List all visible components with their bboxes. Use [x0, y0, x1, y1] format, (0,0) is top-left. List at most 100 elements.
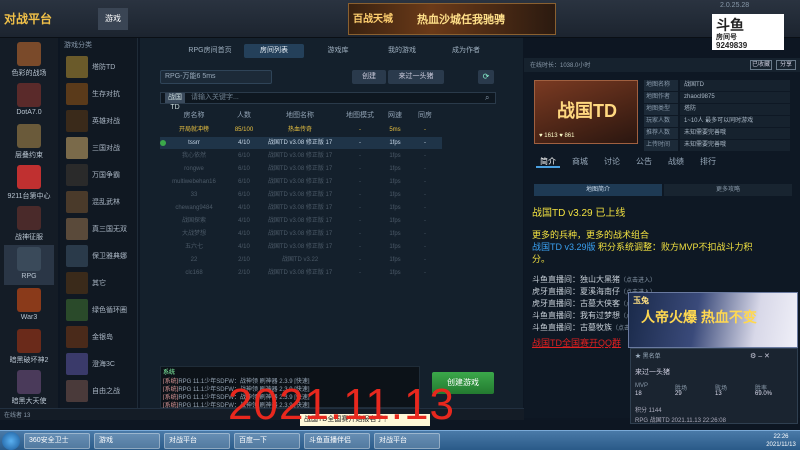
cell-map: 战国TD v3.08 修正版 17 [267, 205, 333, 211]
share-button[interactable]: 分享 [776, 60, 796, 70]
table-row[interactable]: chewang9484 4/10 战国TD v3.08 修正版 17 - 1fps - [160, 202, 442, 214]
game-item[interactable]: 层叠约束 [4, 122, 54, 162]
join-room-button[interactable]: 来过一头猪 [388, 70, 444, 84]
subtab-more-guides[interactable]: 更多攻略 [664, 184, 792, 196]
tab-intro[interactable]: 简介 [536, 156, 560, 168]
tab-game-library[interactable]: 游戏库 [308, 44, 368, 58]
cell-mode: - [359, 127, 361, 133]
table-row[interactable]: 五六七 4/10 战国TD v3.08 修正版 17 - 1fps - [160, 241, 442, 253]
search-bar[interactable]: 战国TD 请输入关键字... ⌕ [160, 92, 496, 111]
favorite-button[interactable]: 已收藏 [750, 60, 772, 70]
game-item[interactable]: 暗黑大天使 [4, 368, 54, 408]
game-item[interactable]: RPG [4, 245, 54, 285]
create-room-button[interactable]: 创建 [352, 70, 386, 84]
column-header[interactable]: 房名称 [160, 110, 228, 120]
cell-name: chewang9484 [175, 205, 213, 211]
subtab-map-intro[interactable]: 地图简介 [534, 184, 662, 196]
table-row[interactable]: 战国探索 4/10 战国TD v3.08 修正版 17 - 1fps - [160, 215, 442, 227]
cell-name: multiwebehan16 [172, 179, 216, 185]
category-item[interactable]: 塔防TD [64, 54, 136, 80]
info-row: 地图名称 战国TD [644, 80, 794, 92]
tab-notice[interactable]: 公告 [632, 156, 656, 168]
cell-players: 2/10 [238, 257, 250, 263]
category-item[interactable]: 真三国无双 [64, 216, 136, 242]
category-label: 真三国无双 [92, 226, 127, 233]
column-header[interactable]: 人数 [230, 110, 258, 120]
tab-shop[interactable]: 商城 [568, 156, 592, 168]
category-item[interactable]: 其它 [64, 270, 136, 296]
taskbar-item[interactable]: 对战平台 [374, 433, 440, 449]
app-logo: 对战平台 [4, 12, 53, 26]
game-item[interactable]: DotA7.0 [4, 81, 54, 121]
nav-item-3[interactable] [134, 8, 164, 30]
category-item[interactable]: 绿色循环圈 [64, 297, 136, 323]
game-label: War3 [20, 314, 38, 321]
category-icon [66, 245, 88, 267]
cell-map: 战国TD v3.08 修正版 17 [267, 218, 333, 224]
nav-item-games[interactable]: 游戏 [98, 8, 128, 30]
taskbar-item[interactable]: 百度一下 [234, 433, 300, 449]
stream-item[interactable]: 斗鱼直播间：独山大黑猪（点击进入） [532, 274, 794, 285]
column-header[interactable]: 地图名称 [260, 110, 340, 120]
tab-room-list[interactable]: 房间列表 [244, 44, 304, 58]
category-item[interactable]: 英雄对战 [64, 108, 136, 134]
cell-mode: - [359, 179, 361, 185]
category-item[interactable]: 混乱武林 [64, 189, 136, 215]
stream-name: 独山大黑猪 [580, 275, 620, 284]
start-button[interactable] [2, 432, 20, 450]
cell-map: 战国TD v3.08 修正版 17 [267, 179, 333, 185]
game-item[interactable]: 色彩的战场 [4, 40, 54, 80]
table-row[interactable]: 我心依然 6/10 战国TD v3.08 修正版 17 - 1fps - [160, 150, 442, 162]
nav-item-7[interactable] [278, 8, 308, 30]
tab-rpg-home[interactable]: RPG房间首页 [180, 44, 240, 58]
tab-rank[interactable]: 排行 [696, 156, 720, 168]
tab-record[interactable]: 战绩 [664, 156, 688, 168]
intro-version-link[interactable]: 战国TD v3.29版 [532, 242, 596, 252]
table-row[interactable]: 大战梦想 4/10 战国TD v3.08 修正版 17 - 1fps - [160, 228, 442, 240]
nav-item-1[interactable] [62, 8, 92, 30]
column-header[interactable]: 同房 [410, 110, 440, 120]
game-item[interactable]: 暗黑破坏神2 [4, 327, 54, 367]
category-item[interactable]: 三国对战 [64, 135, 136, 161]
table-row[interactable]: 开局就冲榜 85/100 热血传奇 - 5ms - [160, 124, 442, 136]
table-row[interactable]: tssrr 4/10 战国TD v3.08 修正版 17 - 1fps - [160, 137, 442, 149]
table-row[interactable]: clc168 2/10 战国TD v3.08 修正版 17 - 1fps - [160, 267, 442, 279]
game-label: 层叠约束 [15, 152, 43, 159]
top-banner-ad[interactable]: 百战天城 热血沙城任我驰骋 [348, 3, 556, 35]
column-header[interactable]: 地图模式 [340, 110, 380, 120]
cell-mode: - [359, 270, 361, 276]
table-row[interactable]: rongwe 6/10 战国TD v3.08 修正版 17 - 1fps - [160, 163, 442, 175]
table-row[interactable]: 22 2/10 战国TD v3.22 - 1fps - [160, 254, 442, 266]
table-row[interactable]: 33 6/10 战国TD v3.08 修正版 17 - 1fps - [160, 189, 442, 201]
taskbar-item[interactable]: 对战平台 [164, 433, 230, 449]
search-filter-tag[interactable]: 战国TD [165, 93, 185, 111]
game-item[interactable]: War3 [4, 286, 54, 326]
nav-item-4[interactable] [170, 8, 200, 30]
category-item[interactable]: 保卫雅典娜 [64, 243, 136, 269]
category-item[interactable]: 自由之战 [64, 378, 136, 404]
game-item[interactable]: 9211台第中心 [4, 163, 54, 203]
category-item[interactable]: 澄海3C [64, 351, 136, 377]
overlay-ad[interactable]: 玉兔 人帝火爆 热血不变 [628, 292, 798, 348]
nav-item-5[interactable] [206, 8, 236, 30]
tab-discuss[interactable]: 讨论 [600, 156, 624, 168]
search-icon[interactable]: ⌕ [485, 93, 495, 103]
room-select[interactable]: RPG-万能6 5ms [160, 70, 272, 84]
nav-item-8[interactable] [314, 8, 344, 30]
cell-same: - [424, 179, 426, 185]
taskbar-item[interactable]: 游戏 [94, 433, 160, 449]
column-header[interactable]: 网速 [382, 110, 408, 120]
category-item[interactable]: 生存对抗 [64, 81, 136, 107]
game-item[interactable]: 战神征服 [4, 204, 54, 244]
popup-controls[interactable]: ⚙ ‒ ✕ [750, 352, 794, 362]
taskbar-item[interactable]: 斗鱼直播伴侣 [304, 433, 370, 449]
nav-item-6[interactable] [242, 8, 272, 30]
category-item[interactable]: 万国争霸 [64, 162, 136, 188]
tab-my-games[interactable]: 我的游戏 [372, 44, 432, 58]
tab-become-author[interactable]: 成为作者 [436, 44, 496, 58]
search-input[interactable]: 请输入关键字... [191, 93, 471, 103]
table-row[interactable]: multiwebehan16 6/10 战国TD v3.08 修正版 17 - 1fps… [160, 176, 442, 188]
refresh-icon[interactable]: ⟳ [478, 70, 494, 84]
taskbar-item[interactable]: 360安全卫士 [24, 433, 90, 449]
category-item[interactable]: 金银岛 [64, 324, 136, 350]
